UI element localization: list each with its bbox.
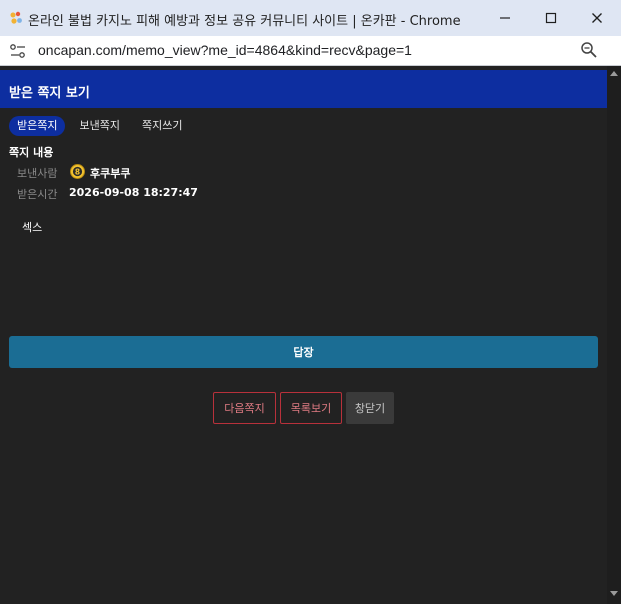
close-window-button[interactable] xyxy=(574,0,620,36)
site-info-icon[interactable] xyxy=(8,42,28,60)
tab-write[interactable]: 쪽지쓰기 xyxy=(134,116,190,136)
level-number: 8 xyxy=(75,167,80,176)
url-text[interactable]: oncapan.com/memo_view?me_id=4864&kind=re… xyxy=(38,42,412,58)
memo-tabs: 받은쪽지 보낸쪽지 쪽지쓰기 xyxy=(9,116,190,136)
memo-header: 받은 쪽지 보기 xyxy=(0,70,607,108)
memo-section-title: 쪽지 내용 xyxy=(9,146,54,159)
minimize-icon xyxy=(500,17,510,19)
sender-name[interactable]: 후쿠부쿠 xyxy=(90,165,130,181)
scroll-up-arrow-icon[interactable] xyxy=(610,71,618,76)
received-time-value: 2026-09-08 18:27:47 xyxy=(69,186,198,199)
vertical-scrollbar[interactable] xyxy=(607,66,621,604)
zoom-icon[interactable] xyxy=(580,41,598,59)
site-favicon-icon xyxy=(10,11,22,24)
window-title: 온라인 불법 카지노 피해 예방과 정보 공유 커뮤니티 사이트 | 온카판 -… xyxy=(28,14,461,29)
window-titlebar: 온라인 불법 카지노 피해 예방과 정보 공유 커뮤니티 사이트 | 온카판 -… xyxy=(0,0,621,36)
memo-page: 받은 쪽지 보기 받은쪽지 보낸쪽지 쪽지쓰기 쪽지 내용 보낸사람 8 후쿠부… xyxy=(0,66,607,604)
sender-label: 보낸사람 xyxy=(17,167,58,180)
maximize-icon xyxy=(545,12,557,24)
next-memo-button[interactable]: 다음쪽지 xyxy=(213,392,276,424)
page-title: 받은 쪽지 보기 xyxy=(9,86,90,101)
reply-button[interactable]: 답장 xyxy=(9,336,598,368)
maximize-button[interactable] xyxy=(528,0,574,36)
memo-body: 섹스 xyxy=(22,221,43,234)
received-time-label: 받은시간 xyxy=(17,188,58,201)
tab-received[interactable]: 받은쪽지 xyxy=(9,116,66,136)
level-badge-icon: 8 xyxy=(70,164,85,179)
list-view-button[interactable]: 목록보기 xyxy=(280,392,342,424)
scroll-down-arrow-icon[interactable] xyxy=(610,591,618,596)
close-window-link-button[interactable]: 창닫기 xyxy=(346,392,394,424)
close-icon xyxy=(592,13,602,23)
tab-sent[interactable]: 보낸쪽지 xyxy=(71,116,127,136)
minimize-button[interactable] xyxy=(482,0,528,36)
